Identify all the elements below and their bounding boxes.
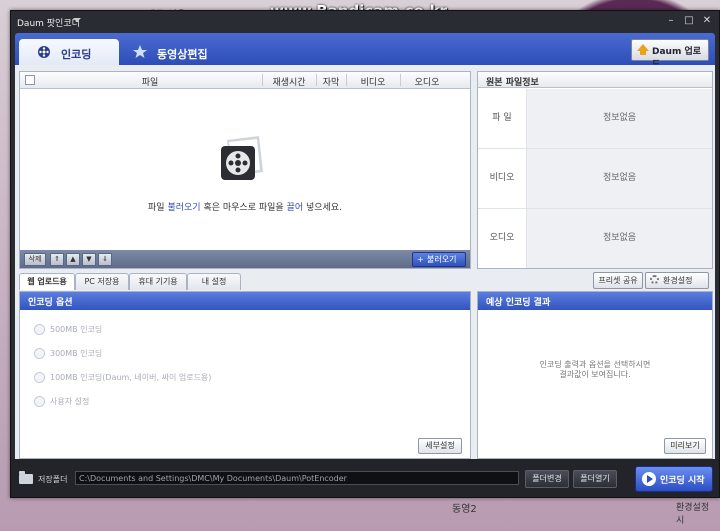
minimize-icon[interactable]: –: [663, 14, 679, 28]
load-link[interactable]: 불러오기: [167, 203, 200, 213]
info-row-file: 파 일 정보없음: [478, 89, 712, 149]
radio-custom[interactable]: [34, 396, 45, 407]
play-icon: [642, 472, 656, 486]
option-300mb-label: 300MB 인코딩: [50, 349, 103, 358]
select-all-checkbox[interactable]: [25, 75, 35, 85]
option-custom-label: 사용자 설정: [50, 397, 90, 406]
column-duration[interactable]: 재생시간: [262, 75, 316, 88]
tab-my-settings[interactable]: 내 설정: [187, 273, 241, 290]
info-row-video: 비디오 정보없음: [478, 149, 712, 209]
save-folder-label: 저장폴더: [38, 475, 68, 484]
main-content: 파일 재생시간 자막 비디오 오디오 파일 불러오기 혹은 마우스로 파일을 끌…: [15, 65, 715, 459]
maximize-icon[interactable]: □: [681, 14, 697, 28]
edit-star-icon: [133, 45, 147, 58]
change-folder-button[interactable]: 폴더변경: [525, 470, 569, 488]
option-100mb-label: 100MB 인코딩(Daum, 네이버, 싸이 업로드용): [50, 373, 212, 382]
original-info-panel: 원본 파일정보 파 일 정보없음 비디오 정보없음 오디오 정보없음: [477, 71, 713, 269]
radio-300mb[interactable]: [34, 348, 45, 359]
start-encoding-button[interactable]: 인코딩 시작: [635, 466, 713, 492]
preset-tabs: 웹 업로드용 PC 저장용 휴대 기기용 내 설정: [19, 271, 469, 290]
detail-settings-button[interactable]: 세부설정: [418, 438, 462, 454]
info-row-audio: 오디오 정보없음: [478, 209, 712, 268]
close-icon[interactable]: ✕: [699, 14, 715, 28]
original-info-title: 원본 파일정보: [478, 72, 712, 88]
bottom-bar: 저장폴더 C:\Documents and Settings\DMC\My Do…: [11, 459, 719, 497]
tab-video-edit-label: 동영상편집: [157, 48, 208, 61]
radio-100mb[interactable]: [34, 372, 45, 383]
column-file[interactable]: 파일: [38, 75, 262, 88]
film-reel-icon: [38, 46, 50, 58]
load-button[interactable]: + 불러오기: [412, 252, 466, 267]
move-bottom-icon[interactable]: ⇓: [98, 253, 112, 266]
tab-video-edit[interactable]: 동영상편집: [125, 39, 225, 65]
tab-encoding-label: 인코딩: [61, 48, 92, 61]
app-window: Daum 팟인코더 – □ ✕ 인코딩 동영상편집 Daum 업로 파일 재생시…: [10, 10, 720, 498]
desktop-label-bottom-right: 환경설정 시: [676, 503, 710, 526]
tab-web-upload[interactable]: 웹 업로드용: [19, 273, 75, 290]
tab-mobile[interactable]: 휴대 기기용: [129, 273, 187, 290]
title-bar[interactable]: Daum 팟인코더 – □ ✕: [11, 11, 719, 33]
move-top-icon[interactable]: ⇑: [50, 253, 64, 266]
drop-hint: 파일 불러오기 혹은 마우스로 파일을 끌어 넣으세요.: [148, 203, 342, 213]
radio-500mb[interactable]: [34, 324, 45, 335]
encoding-options-title: 인코딩 옵션: [20, 292, 470, 310]
menu-dropdown-icon[interactable]: [73, 18, 81, 22]
save-path-field[interactable]: C:\Documents and Settings\DMC\My Documen…: [75, 471, 519, 485]
video-file-icon: [221, 136, 263, 180]
file-list-toolbar: 삭제 ⇑ ▲ ▼ ⇓ + 불러오기: [20, 250, 470, 268]
delete-button[interactable]: 삭제: [24, 253, 46, 266]
file-list-panel[interactable]: 파일 재생시간 자막 비디오 오디오 파일 불러오기 혹은 마우스로 파일을 끌…: [19, 71, 471, 269]
column-subtitle[interactable]: 자막: [316, 75, 346, 88]
window-title: Daum 팟인코더: [17, 19, 80, 29]
column-video[interactable]: 비디오: [346, 75, 400, 88]
daum-upload-button[interactable]: Daum 업로드: [631, 39, 709, 70]
tab-encoding[interactable]: 인코딩: [19, 39, 119, 65]
open-folder-button[interactable]: 폴더열기: [573, 470, 617, 488]
column-audio[interactable]: 오디오: [400, 75, 454, 88]
move-up-icon[interactable]: ▲: [66, 253, 80, 266]
gear-icon: [650, 275, 659, 284]
encoding-options-panel: 인코딩 옵션 500MB 인코딩 300MB 인코딩 100MB 인코딩(Dau…: [19, 291, 471, 459]
desktop-label-bottom-left: 동영2: [452, 504, 477, 515]
main-tab-bar: 인코딩 동영상편집 Daum 업로드: [15, 33, 715, 70]
move-down-icon[interactable]: ▼: [82, 253, 96, 266]
plus-icon: +: [417, 255, 424, 264]
option-500mb-label: 500MB 인코딩: [50, 325, 103, 334]
expected-result-message: 인코딩 출력과 옵션을 선택하시면 결과값이 보여집니다.: [539, 360, 651, 379]
env-settings-button[interactable]: 환경설정: [645, 272, 709, 289]
preview-button[interactable]: 미리보기: [664, 438, 706, 454]
expected-result-panel: 예상 인코딩 결과 인코딩 출력과 옵션을 선택하시면 결과값이 보여집니다. …: [477, 291, 713, 459]
folder-icon: [19, 471, 33, 484]
preset-share-button[interactable]: 프리셋 공유: [593, 272, 643, 289]
expected-result-title: 예상 인코딩 결과: [478, 292, 712, 310]
file-list-header: 파일 재생시간 자막 비디오 오디오: [20, 72, 470, 89]
tab-pc-save[interactable]: PC 저장용: [75, 273, 129, 290]
